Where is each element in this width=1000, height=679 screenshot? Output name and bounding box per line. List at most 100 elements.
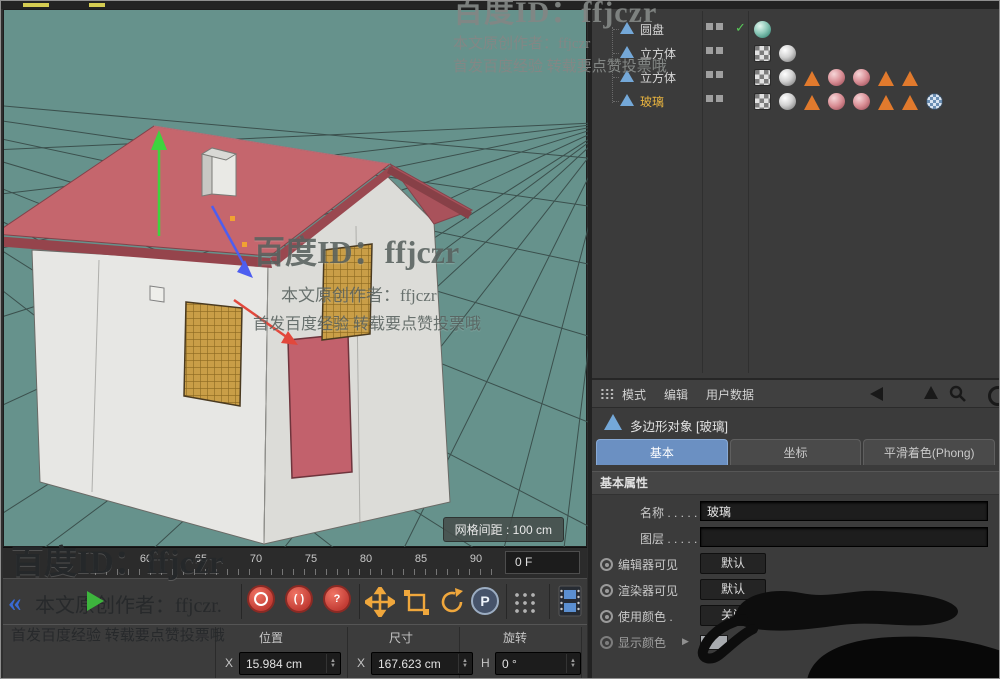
checker-chip[interactable]: [754, 93, 771, 110]
object-row-glass[interactable]: 玻璃: [592, 89, 995, 113]
keyframe-dot-icon[interactable]: [600, 584, 613, 597]
keyframe-dot-icon[interactable]: [600, 636, 613, 649]
use-color-label: 使用颜色 .: [618, 610, 673, 624]
history-back-icon[interactable]: [870, 387, 883, 401]
keyframe-help-button[interactable]: ?: [323, 585, 351, 613]
size-x-input[interactable]: [372, 653, 460, 674]
keyframe-scale-button[interactable]: [401, 587, 431, 622]
blue-checker-sphere-chip[interactable]: [926, 93, 943, 110]
orange-triangle-chip[interactable]: [902, 71, 918, 86]
orange-triangle-chip[interactable]: [878, 95, 894, 110]
white-sphere-chip[interactable]: [779, 69, 796, 86]
timeline-tick[interactable]: 65: [186, 553, 216, 565]
house-model[interactable]: [4, 125, 474, 545]
menu-user-data[interactable]: 用户数据: [706, 386, 754, 403]
layer-label: 图层 . . . . .: [640, 532, 698, 546]
use-color-dropdown[interactable]: 关闭: [700, 605, 766, 626]
timeline-tick[interactable]: 85: [406, 553, 436, 565]
checker-chip[interactable]: [754, 69, 771, 86]
visibility-toggles[interactable]: [706, 23, 723, 30]
side-window: [183, 301, 243, 407]
search-icon[interactable]: [948, 384, 968, 407]
render-view-button[interactable]: [557, 585, 583, 622]
size-x-label: X: [357, 656, 366, 670]
menu-mode[interactable]: 模式: [622, 386, 646, 403]
position-x-label: X: [225, 656, 234, 670]
viewport-3d[interactable]: 网格间距 : 100 cm: [3, 9, 588, 548]
rotation-h-input[interactable]: [496, 653, 568, 674]
polygon-object-icon[interactable]: [620, 46, 634, 58]
pink-sphere-chip[interactable]: [828, 69, 845, 86]
material-tags: [754, 92, 943, 110]
name-label: 名称 . . . . .: [640, 506, 698, 520]
orange-triangle-chip[interactable]: [804, 95, 820, 110]
expand-arrow-icon[interactable]: ▶: [682, 636, 689, 647]
divider: [241, 584, 242, 619]
object-label[interactable]: 玻璃: [640, 93, 664, 110]
object-label[interactable]: 立方体: [640, 45, 676, 62]
record-keyframe-button[interactable]: [247, 585, 275, 613]
attribute-menubar: 模式 编辑 用户数据: [592, 380, 999, 408]
stepper-icon[interactable]: ▲ ▼: [326, 654, 339, 673]
object-label[interactable]: 圆盘: [640, 21, 664, 38]
timeline-tick[interactable]: 90: [461, 553, 491, 565]
rotation-h-field[interactable]: ▲▼: [495, 652, 581, 675]
object-label[interactable]: 立方体: [640, 69, 676, 86]
pink-sphere-chip[interactable]: [853, 69, 870, 86]
selected-object-row: 多边形对象 [玻璃]: [592, 407, 999, 439]
timeline-ruler[interactable]: 60 65 70 75 80 85 90 0 F: [3, 547, 587, 579]
play-icon[interactable]: [87, 591, 104, 611]
display-color-swatch[interactable]: [700, 635, 728, 650]
enabled-check-icon[interactable]: ✓: [735, 20, 746, 36]
keyframe-rotation-button[interactable]: [437, 587, 467, 622]
lock-icon[interactable]: [988, 386, 999, 406]
orange-triangle-chip[interactable]: [902, 95, 918, 110]
tab-basic[interactable]: 基本: [596, 439, 728, 465]
teal-sphere-chip[interactable]: [754, 21, 771, 38]
timeline-tick[interactable]: 60: [131, 553, 161, 565]
render-visibility-dropdown[interactable]: 默认: [700, 579, 766, 600]
name-input[interactable]: [700, 501, 988, 521]
white-sphere-chip[interactable]: [779, 45, 796, 62]
keyframe-dot-icon[interactable]: [600, 610, 613, 623]
size-x-field[interactable]: ▲▼: [371, 652, 473, 675]
tab-phong[interactable]: 平滑着色(Phong): [863, 439, 996, 465]
pink-sphere-chip[interactable]: [853, 93, 870, 110]
visibility-toggles[interactable]: [706, 95, 723, 102]
object-row-cube-1[interactable]: 立方体: [592, 41, 995, 65]
object-manager: 圆盘 ✓ 立方体 立方体 玻璃: [592, 9, 999, 379]
stepper-icon[interactable]: ▲ ▼: [566, 654, 579, 673]
polygon-object-icon[interactable]: [620, 22, 634, 34]
timeline-tick[interactable]: 70: [241, 553, 271, 565]
polygon-object-icon[interactable]: [620, 94, 634, 106]
keyframe-dot-icon[interactable]: [600, 558, 613, 571]
keyframe-position-button[interactable]: [362, 584, 398, 622]
row-layer: 图层 . . . . .: [592, 524, 999, 550]
viewport-canvas[interactable]: [4, 10, 588, 548]
menu-edit[interactable]: 编辑: [664, 386, 688, 403]
autokey-range-button[interactable]: ( ): [285, 585, 313, 613]
orange-triangle-chip[interactable]: [878, 71, 894, 86]
polygon-object-icon[interactable]: [620, 70, 634, 82]
orange-triangle-chip[interactable]: [804, 71, 820, 86]
keyframe-selection-icon[interactable]: [513, 591, 537, 615]
timeline-tick[interactable]: 80: [351, 553, 381, 565]
position-x-input[interactable]: [240, 653, 328, 674]
layer-input[interactable]: [700, 527, 988, 547]
checker-chip[interactable]: [754, 45, 771, 62]
pink-sphere-chip[interactable]: [828, 93, 845, 110]
object-row-disc[interactable]: 圆盘 ✓: [592, 17, 995, 41]
object-row-cube-2[interactable]: 立方体: [592, 65, 995, 89]
editor-visibility-dropdown[interactable]: 默认: [700, 553, 766, 574]
timeline-tick[interactable]: 75: [296, 553, 326, 565]
visibility-toggles[interactable]: [706, 71, 723, 78]
tab-coordinates[interactable]: 坐标: [729, 439, 862, 465]
pick-arrow-icon[interactable]: [924, 386, 938, 399]
panel-menu-icon[interactable]: [600, 388, 615, 400]
white-sphere-chip[interactable]: [779, 93, 796, 110]
visibility-toggles[interactable]: [706, 47, 723, 54]
current-frame-field[interactable]: 0 F: [505, 551, 580, 574]
position-x-field[interactable]: ▲▼: [239, 652, 341, 675]
stepper-icon[interactable]: ▲ ▼: [458, 654, 471, 673]
keyframe-parameter-button[interactable]: P: [471, 587, 499, 615]
